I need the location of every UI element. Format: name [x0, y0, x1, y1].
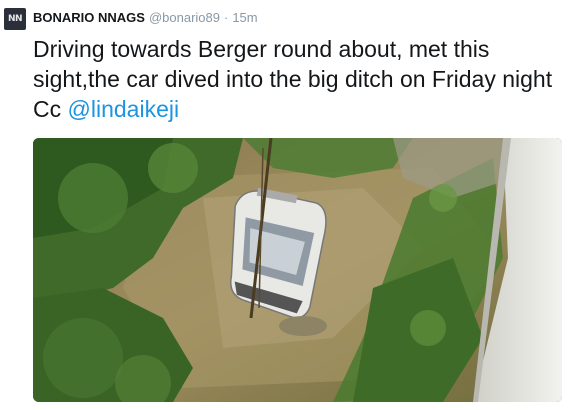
tweet-timestamp[interactable]: 15m — [232, 10, 257, 25]
tweet-text: Driving towards Berger round about, met … — [33, 34, 563, 124]
avatar-initials: NN — [7, 14, 23, 24]
tweet-header: BONARIO NNAGS @bonario89 · 15m — [33, 10, 258, 26]
user-name[interactable]: BONARIO NNAGS — [33, 10, 145, 25]
tweet-photo[interactable] — [33, 138, 562, 402]
photo-image — [33, 138, 562, 402]
user-handle[interactable]: @bonario89 — [149, 10, 220, 25]
avatar[interactable]: NN — [4, 8, 26, 30]
separator-dot: · — [223, 10, 229, 25]
mention-link[interactable]: @lindaikeji — [68, 96, 180, 122]
